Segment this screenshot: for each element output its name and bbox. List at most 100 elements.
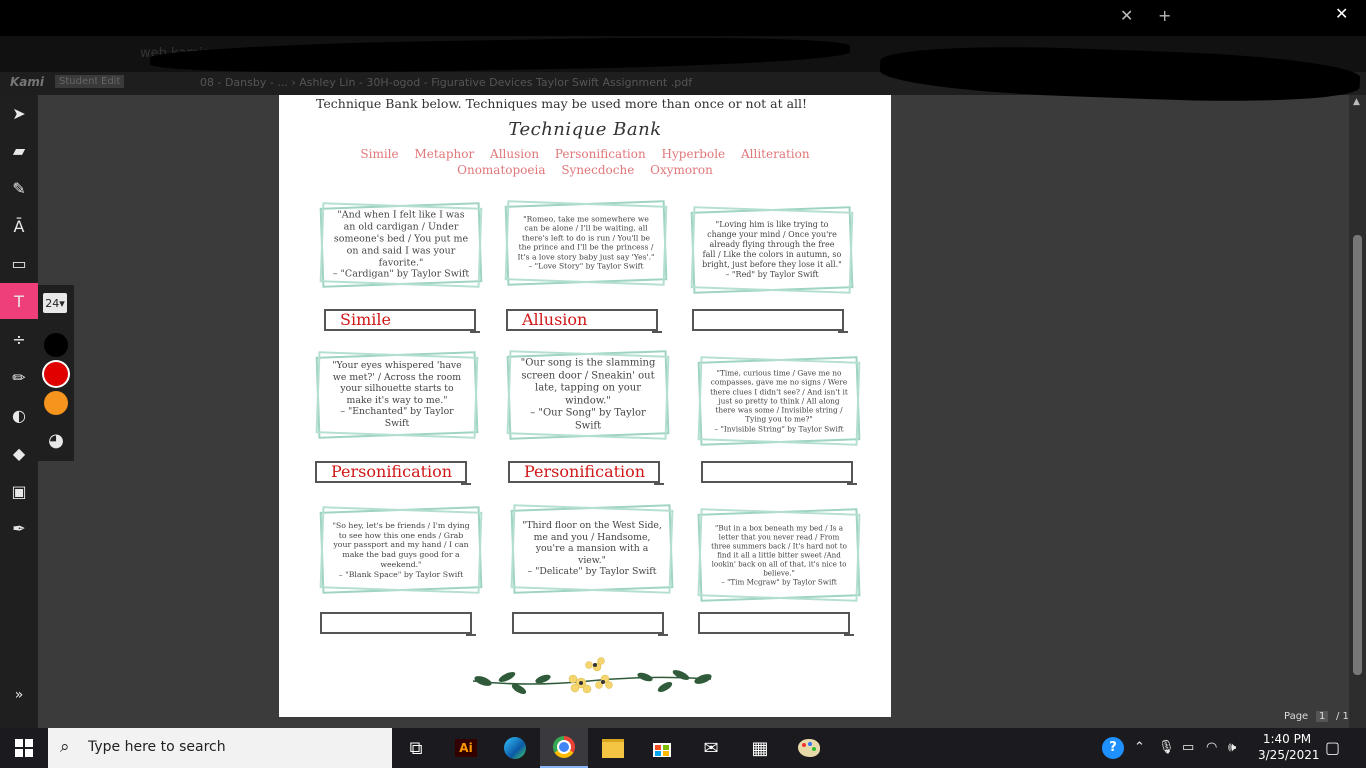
color-swatch-orange[interactable] [44,391,68,415]
font-size-dropdown[interactable]: 24 ▾ [43,293,67,313]
technique-term: Hyperbole [661,147,726,161]
paint-app-icon[interactable] [785,728,833,768]
windows-logo-icon [15,739,33,757]
answer-box-8[interactable] [512,612,668,636]
technique-term: Personification [554,147,646,161]
calculator-app-icon[interactable]: ▦ [736,728,784,768]
markup-tool-icon[interactable]: ✎ [0,170,38,206]
text-tool-icon[interactable]: T [0,283,38,319]
drawing-tool-icon[interactable]: ✏ [0,359,38,395]
answer-box-9[interactable] [698,612,854,636]
answer-text[interactable]: Simile [340,310,391,329]
lyric-text: "Our song is the slamming screen door / … [520,357,656,432]
search-placeholder[interactable]: Type here to search [88,739,226,755]
answer-box-3[interactable] [692,309,848,333]
technique-term: Allusion [490,147,540,161]
font-size-value: 24 [45,296,60,310]
lyric-card-2: "Romeo, take me somewhere we can be alon… [504,200,668,286]
text-box-tool-icon[interactable]: Ā [0,208,38,244]
select-tool-icon[interactable]: ➤ [0,95,38,131]
start-button[interactable] [0,728,48,768]
technique-bank-row-1: Simile Metaphor Allusion Personification… [279,147,891,161]
instructions-text: Technique Bank below. Techniques may be … [316,96,808,111]
image-tool-icon[interactable]: ▣ [0,473,38,509]
expand-toolbar-icon[interactable]: » [0,677,38,713]
wifi-icon[interactable]: ◠ [1206,740,1217,755]
windows-taskbar: ⌕ Type here to search ⧉ Ai ✉ ▦ ? ⌃ 🎙︎ ▭ … [0,728,1366,768]
technique-bank-row-2: Onomatopoeia Synecdoche Oxymoron [279,163,891,177]
comment-tool-icon[interactable]: ▭ [0,245,38,281]
technique-term: Oxymoron [650,163,713,177]
lyric-card-7: "So hey, let's be friends / I'm dying to… [319,506,483,594]
edge-browser-icon[interactable] [491,728,539,768]
task-view-icon[interactable]: ⧉ [392,728,440,768]
technique-term: Simile [360,147,399,161]
eraser-tool-icon[interactable]: ◆ [0,435,38,471]
answer-box-4[interactable]: Personification [315,461,471,485]
floral-divider-icon [472,657,712,695]
annotation-toolbar: ➤ ▰ ✎ Ā ▭ T ÷ ✏ ◐ ◆ ▣ ✒ » [0,95,38,728]
student-mode-button[interactable]: Student [55,75,103,88]
page-label: Page [1284,711,1309,722]
technique-bank-title: Technique Bank [508,119,662,140]
answer-box-5[interactable]: Personification [508,461,664,485]
kami-logo: Kami [10,75,45,89]
technique-term: Onomatopoeia [457,163,546,177]
search-icon: ⌕ [60,737,70,757]
lyric-text: "And when I felt like I was an old cardi… [332,209,470,280]
browser-chrome: web.kamiapp.com/web/viewer.html?state=%7… [0,0,1366,107]
answer-text[interactable]: Allusion [522,310,587,329]
lyric-card-8: "Third floor on the West Side, me and yo… [510,504,674,594]
signature-tool-icon[interactable]: ✒ [0,510,38,546]
illustrator-app-icon[interactable]: Ai [442,728,490,768]
palette-icon[interactable]: ◕ [38,422,74,458]
microsoft-store-icon[interactable] [638,728,686,768]
color-swatch-black[interactable] [44,333,68,357]
equation-tool-icon[interactable]: ÷ [0,321,38,357]
lyric-card-5: "Our song is the slamming screen door / … [506,350,670,440]
answer-box-6[interactable] [701,461,857,485]
show-hidden-icons-icon[interactable]: ⌃ [1134,740,1145,755]
edit-mode-button[interactable]: Edit [97,75,125,88]
lyric-text: "So hey, let's be friends / I'm dying to… [332,520,470,579]
answer-text[interactable]: Personification [331,462,452,481]
technique-term: Metaphor [414,147,475,161]
notifications-icon[interactable]: ▢ [1325,738,1340,757]
battery-icon[interactable]: ▭ [1182,740,1194,755]
lyric-text: "Loving him is like trying to change you… [702,220,842,279]
taskbar-search-box[interactable]: ⌕ Type here to search [48,728,392,768]
lyric-card-1: "And when I felt like I was an old cardi… [319,202,483,288]
highlighter-tool-icon[interactable]: ▰ [0,132,38,168]
clock-time: 1:40 PM [1262,732,1312,746]
close-tab-icon[interactable]: ✕ [1120,6,1133,25]
answer-box-1[interactable]: Simile [324,309,480,333]
window-close-icon[interactable]: ✕ [1335,4,1348,23]
lyric-text: "Third floor on the West Side, me and yo… [522,519,662,578]
file-explorer-icon[interactable] [589,728,637,768]
volume-icon[interactable]: 🕪︎ [1228,740,1236,755]
mail-app-icon[interactable]: ✉ [687,728,735,768]
document-path: 08 - Dansby - ... › Ashley Lin - 30H-ogo… [200,76,693,89]
page-total: / 1 [1336,711,1349,722]
shapes-tool-icon[interactable]: ◐ [0,397,38,433]
new-tab-icon[interactable]: + [1158,6,1171,25]
help-icon[interactable]: ? [1102,737,1124,759]
text-options-panel: 24 ▾ ◕ [38,285,74,461]
microphone-icon[interactable]: 🎙︎ [1158,740,1175,755]
answer-text[interactable]: Personification [524,462,645,481]
scroll-thumb[interactable] [1353,235,1362,675]
lyric-card-3: "Loving him is like trying to change you… [690,206,854,294]
answer-box-2[interactable]: Allusion [506,309,662,333]
page-number-input[interactable]: 1 [1316,711,1329,722]
lyric-card-4: "Your eyes whispered 'have we met?' / Ac… [315,351,479,439]
technique-term: Synecdoche [561,163,635,177]
pdf-page: Technique Bank below. Techniques may be … [279,95,891,717]
answer-box-7[interactable] [320,612,476,636]
chrome-browser-icon[interactable] [540,728,588,768]
scroll-up-icon[interactable]: ▲ [1353,97,1360,107]
clock-date: 3/25/2021 [1258,748,1320,762]
system-clock[interactable]: 1:40 PM 3/25/2021 [1258,731,1320,763]
color-swatch-red[interactable] [44,362,68,386]
lyric-text: "Time, curious time / Gave me no compass… [710,368,848,434]
vertical-scrollbar[interactable]: ▲ [1349,95,1366,728]
